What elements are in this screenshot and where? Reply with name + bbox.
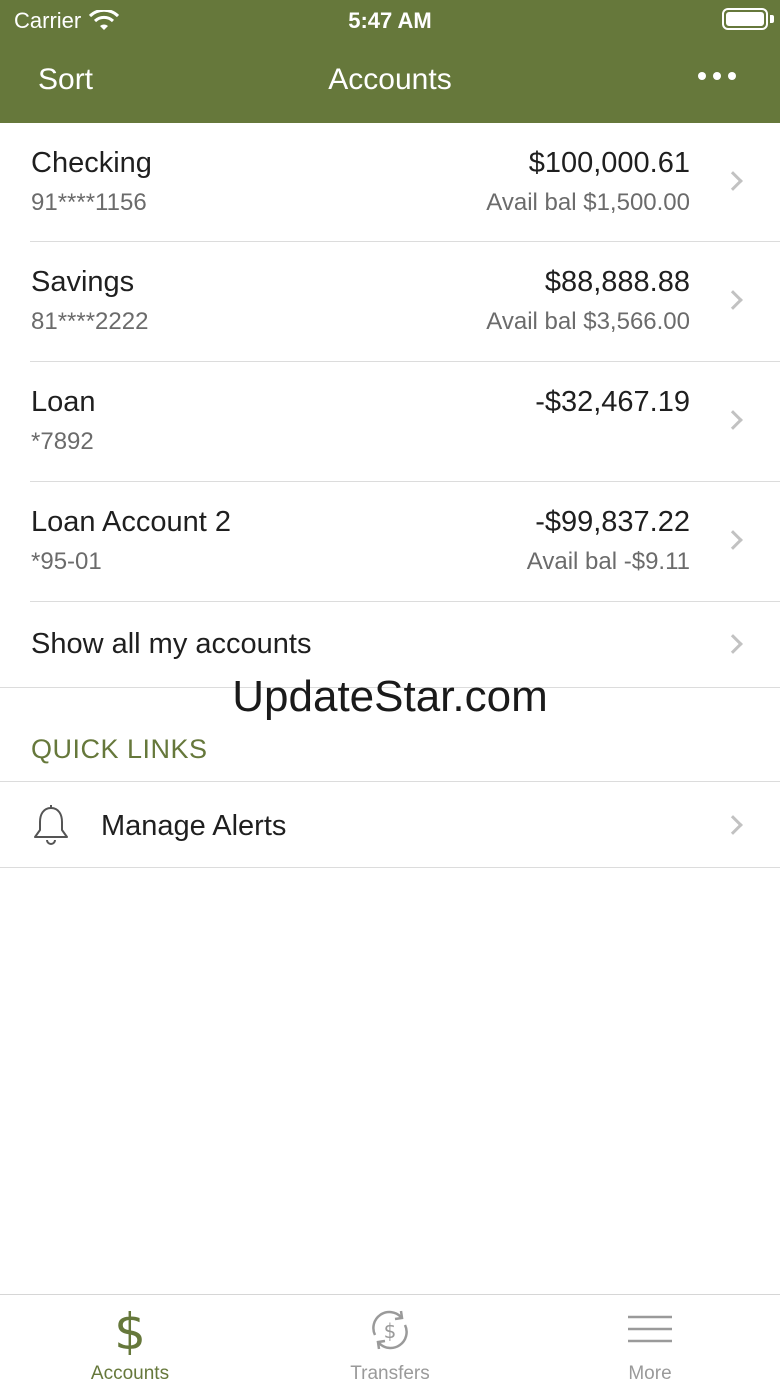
battery-icon — [722, 8, 768, 30]
bell-icon — [34, 805, 68, 845]
account-balance: $88,888.88 — [544, 266, 690, 298]
account-available-balance: Avail bal -$9.11 — [526, 548, 690, 575]
show-all-label: Show all my accounts — [31, 628, 312, 660]
page-title: Accounts — [328, 63, 452, 96]
chevron-right-icon — [723, 171, 743, 191]
watermark: UpdateStar.com — [232, 672, 548, 721]
account-number: *95-01 — [31, 548, 102, 575]
account-row-loan[interactable]: Loan *7892 -$32,467.19 — [0, 362, 780, 482]
quick-links-heading: QUICK LINKS — [31, 734, 208, 764]
account-row-savings[interactable]: Savings 81****2222 $88,888.88 Avail bal … — [0, 242, 780, 362]
chevron-right-icon — [723, 634, 743, 654]
status-time: 5:47 AM — [348, 8, 432, 33]
tab-label: Accounts — [90, 1363, 170, 1384]
svg-text:$: $ — [114, 1305, 146, 1355]
account-balance: $100,000.61 — [528, 147, 690, 179]
account-number: 91****1156 — [31, 189, 147, 216]
account-available-balance: Avail bal $1,500.00 — [486, 189, 690, 216]
status-bar: Carrier 5:47 AM — [0, 0, 780, 40]
account-number: *7892 — [31, 428, 94, 455]
tab-label: Transfers — [350, 1363, 430, 1384]
manage-alerts-button[interactable]: Manage Alerts — [0, 782, 780, 868]
account-name: Checking — [31, 147, 152, 179]
section-divider — [0, 867, 780, 868]
ellipsis-icon[interactable] — [698, 72, 736, 80]
account-number: 81****2222 — [31, 308, 149, 335]
tab-more[interactable]: More — [520, 1295, 780, 1387]
account-name: Loan Account 2 — [31, 506, 231, 538]
tab-bar: $ Accounts $ Transfers More — [0, 1294, 780, 1387]
account-row-loan-account-2[interactable]: Loan Account 2 *95-01 -$99,837.22 Avail … — [0, 482, 780, 602]
account-name: Savings — [31, 266, 135, 298]
manage-alerts-label: Manage Alerts — [101, 810, 287, 842]
dollar-icon: $ — [114, 1305, 146, 1355]
svg-text:$: $ — [384, 1319, 397, 1343]
tab-transfers[interactable]: $ Transfers — [260, 1295, 520, 1387]
chevron-right-icon — [723, 290, 743, 310]
tab-label: More — [628, 1363, 672, 1384]
account-balance: -$32,467.19 — [535, 386, 690, 418]
menu-icon — [628, 1315, 672, 1343]
account-balance: -$99,837.22 — [535, 506, 690, 538]
app-header: Carrier 5:47 AM Sort Accounts — [0, 0, 780, 123]
account-available-balance: Avail bal $3,566.00 — [486, 308, 690, 335]
tab-accounts[interactable]: $ Accounts — [0, 1295, 260, 1387]
account-name: Loan — [31, 386, 96, 418]
account-row-checking[interactable]: Checking 91****1156 $100,000.61 Avail ba… — [0, 123, 780, 243]
chevron-right-icon — [723, 530, 743, 550]
chevron-right-icon — [723, 815, 743, 835]
transfer-icon: $ — [372, 1310, 408, 1350]
battery-cap — [770, 15, 774, 23]
chevron-right-icon — [723, 410, 743, 430]
